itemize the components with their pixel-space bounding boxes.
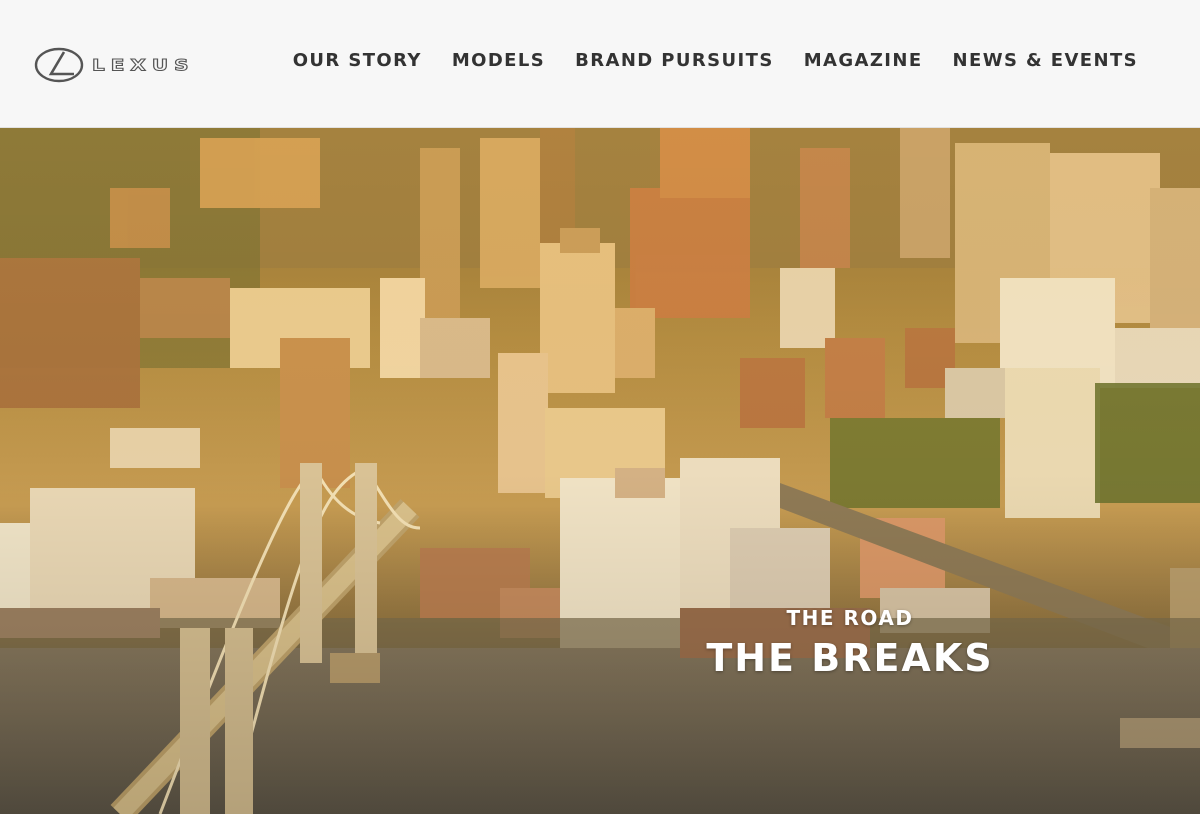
hero-city-image <box>0 128 1200 814</box>
site-header: LEXUS OUR STORY MODELS BRAND PURSUITS MA… <box>0 0 1200 128</box>
nav-magazine[interactable]: MAGAZINE <box>804 50 923 71</box>
nav-news-events[interactable]: NEWS & EVENTS <box>953 50 1138 71</box>
hero-caption[interactable]: THE ROAD THE BREAKS <box>690 606 1010 680</box>
lexus-logo[interactable]: LEXUS <box>34 46 234 84</box>
nav-our-story[interactable]: OUR STORY <box>293 50 422 71</box>
nav-models[interactable]: MODELS <box>452 50 545 71</box>
main-nav: OUR STORY MODELS BRAND PURSUITS MAGAZINE… <box>263 50 1138 71</box>
hero-kicker: THE ROAD <box>786 606 914 630</box>
logo-wordmark: LEXUS <box>91 55 195 75</box>
hero-banner[interactable]: THE ROAD THE BREAKS <box>0 128 1200 814</box>
lexus-emblem-icon <box>34 47 84 83</box>
nav-brand-pursuits[interactable]: BRAND PURSUITS <box>575 50 774 71</box>
hero-headline: THE BREAKS <box>706 636 994 680</box>
